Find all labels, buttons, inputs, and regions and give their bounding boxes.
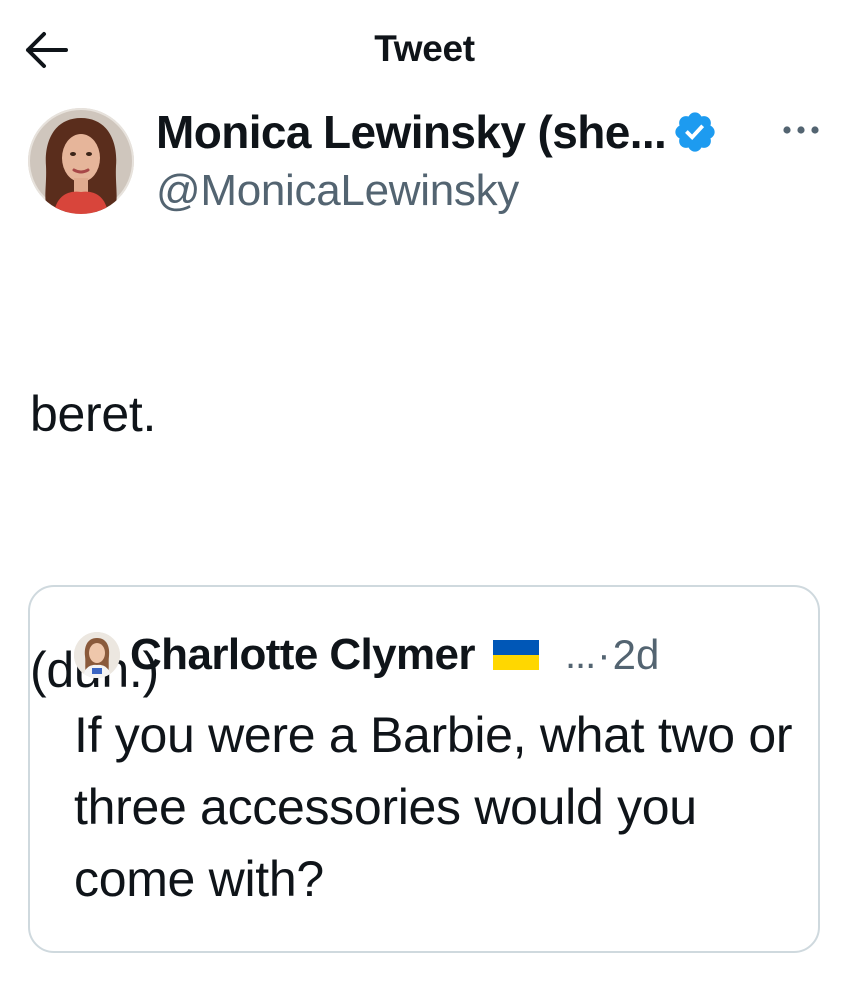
quoted-separator: · <box>597 632 611 677</box>
quoted-tweet-header: Charlotte Clymer ... · 2d <box>74 627 659 683</box>
quoted-name-truncation: ... <box>564 632 596 677</box>
author-handle[interactable]: @MonicaLewinsky <box>156 166 519 216</box>
avatar[interactable] <box>28 108 134 214</box>
verified-badge-icon <box>672 109 718 155</box>
more-horizontal-icon <box>783 126 819 134</box>
top-bar: Tweet <box>0 0 849 100</box>
tweet-line: beret. <box>30 386 157 442</box>
quoted-timestamp: 2d <box>612 631 660 678</box>
quoted-display-name: Charlotte Clymer <box>130 630 476 679</box>
quoted-tweet-text: If you were a Barbie, what two or three … <box>74 707 793 907</box>
quoted-avatar <box>74 632 120 678</box>
page-title: Tweet <box>374 28 475 69</box>
author-display-name[interactable]: Monica Lewinsky (she... <box>156 105 667 159</box>
ukraine-flag-icon <box>492 640 539 670</box>
quoted-tweet-card[interactable]: Charlotte Clymer ... · 2d If you were a … <box>28 585 820 953</box>
more-options-button[interactable] <box>778 112 824 148</box>
author-name-row: Monica Lewinsky (she... <box>156 104 718 160</box>
